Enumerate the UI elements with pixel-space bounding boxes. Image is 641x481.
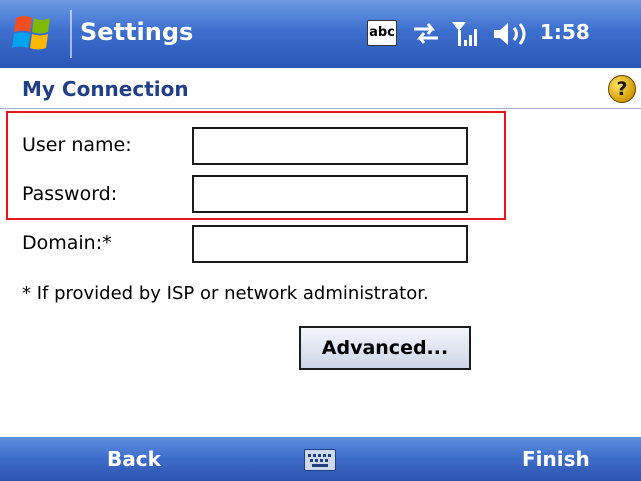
keyboard-icon[interactable]	[304, 449, 336, 471]
speaker-icon[interactable]	[490, 20, 534, 48]
domain-label: Domain:*	[22, 232, 112, 254]
windows-start-icon[interactable]	[10, 10, 62, 58]
clock[interactable]: 1:58	[540, 20, 590, 44]
page-header: My Connection ?	[0, 68, 641, 109]
signal-strength-icon[interactable]	[450, 20, 482, 48]
back-softkey[interactable]: Back	[107, 447, 161, 471]
softkey-bar: Back Finish	[0, 437, 641, 481]
title-separator	[70, 10, 72, 58]
page-title: My Connection	[22, 77, 189, 101]
domain-field-box	[192, 225, 468, 263]
app-title: Settings	[80, 18, 194, 46]
domain-note: * If provided by ISP or network administ…	[22, 283, 429, 304]
connectivity-arrows-icon[interactable]	[412, 20, 440, 46]
credentials-highlight	[6, 111, 506, 220]
finish-softkey[interactable]: Finish	[522, 447, 590, 471]
title-bar: Settings abc 1:58	[0, 0, 641, 68]
domain-field[interactable]	[194, 227, 466, 261]
help-icon[interactable]: ?	[608, 75, 636, 103]
input-mode-indicator[interactable]: abc	[367, 20, 397, 46]
advanced-button[interactable]: Advanced...	[299, 326, 471, 370]
